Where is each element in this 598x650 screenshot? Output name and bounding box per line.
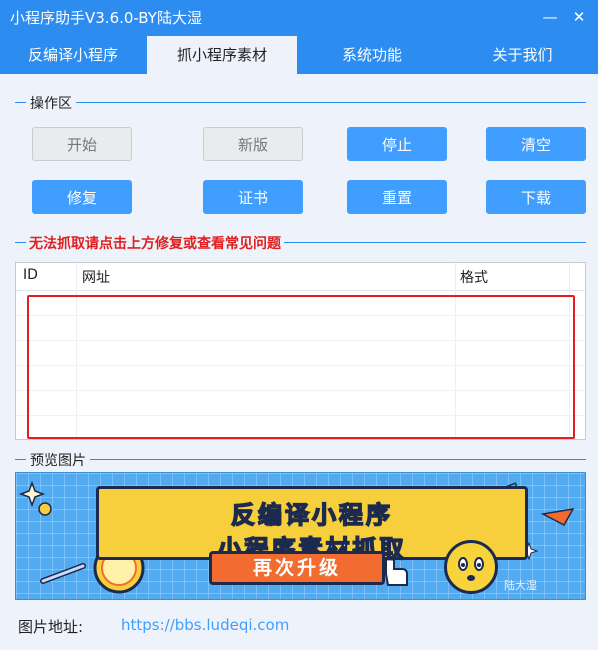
operation-area-label: 操作区	[26, 93, 76, 113]
tab-bar: 反编译小程序 抓小程序素材 系统功能 关于我们	[0, 34, 598, 74]
column-header-url[interactable]: 网址	[82, 267, 110, 287]
window-title: 小程序助手V3.6.0-BY陆大湿	[10, 9, 202, 27]
preview-image: 反编译小程序 小程序素材抓取 再次升级 陆大湿	[15, 472, 586, 600]
certificate-button[interactable]: 证书	[203, 180, 303, 214]
close-icon[interactable]: ✕	[567, 6, 591, 28]
reset-button[interactable]: 重置	[347, 180, 447, 214]
operation-area-divider	[15, 102, 586, 103]
table-header: ID 网址 格式	[16, 263, 585, 291]
title-bar: 小程序助手V3.6.0-BY陆大湿 — ✕	[0, 0, 598, 34]
image-address-label: 图片地址:	[18, 618, 84, 636]
image-address-link[interactable]: https://bbs.ludeqi.com	[121, 616, 289, 634]
warning-text: 无法抓取请点击上方修复或查看常见问题	[26, 233, 284, 253]
triangle-decoration	[540, 508, 575, 527]
sparkle-icon	[18, 480, 46, 508]
column-header-id[interactable]: ID	[23, 267, 38, 283]
tab-system-functions[interactable]: 系统功能	[298, 36, 446, 74]
smiley-face	[458, 557, 484, 581]
preview-divider	[15, 459, 586, 460]
smiley-icon	[444, 540, 498, 594]
new-version-button[interactable]: 新版	[203, 127, 303, 161]
stop-button[interactable]: 停止	[347, 127, 447, 161]
dot-decoration	[38, 502, 52, 516]
tab-about-us[interactable]: 关于我们	[447, 36, 598, 74]
url-table[interactable]: ID 网址 格式	[15, 262, 586, 440]
highlight-box	[27, 295, 575, 439]
download-button[interactable]: 下载	[486, 180, 586, 214]
minimize-icon[interactable]: —	[538, 6, 562, 28]
clear-button[interactable]: 清空	[486, 127, 586, 161]
tab-decompile[interactable]: 反编译小程序	[0, 36, 146, 74]
column-header-format[interactable]: 格式	[460, 267, 488, 287]
preview-label: 预览图片	[26, 450, 90, 470]
banner-upgrade-pill: 再次升级	[209, 551, 385, 585]
repair-button[interactable]: 修复	[32, 180, 132, 214]
banner-line-1: 反编译小程序	[230, 500, 393, 530]
tab-grab-materials[interactable]: 抓小程序素材	[147, 36, 297, 74]
watermark-text: 陆大湿	[504, 579, 537, 592]
start-button[interactable]: 开始	[32, 127, 132, 161]
